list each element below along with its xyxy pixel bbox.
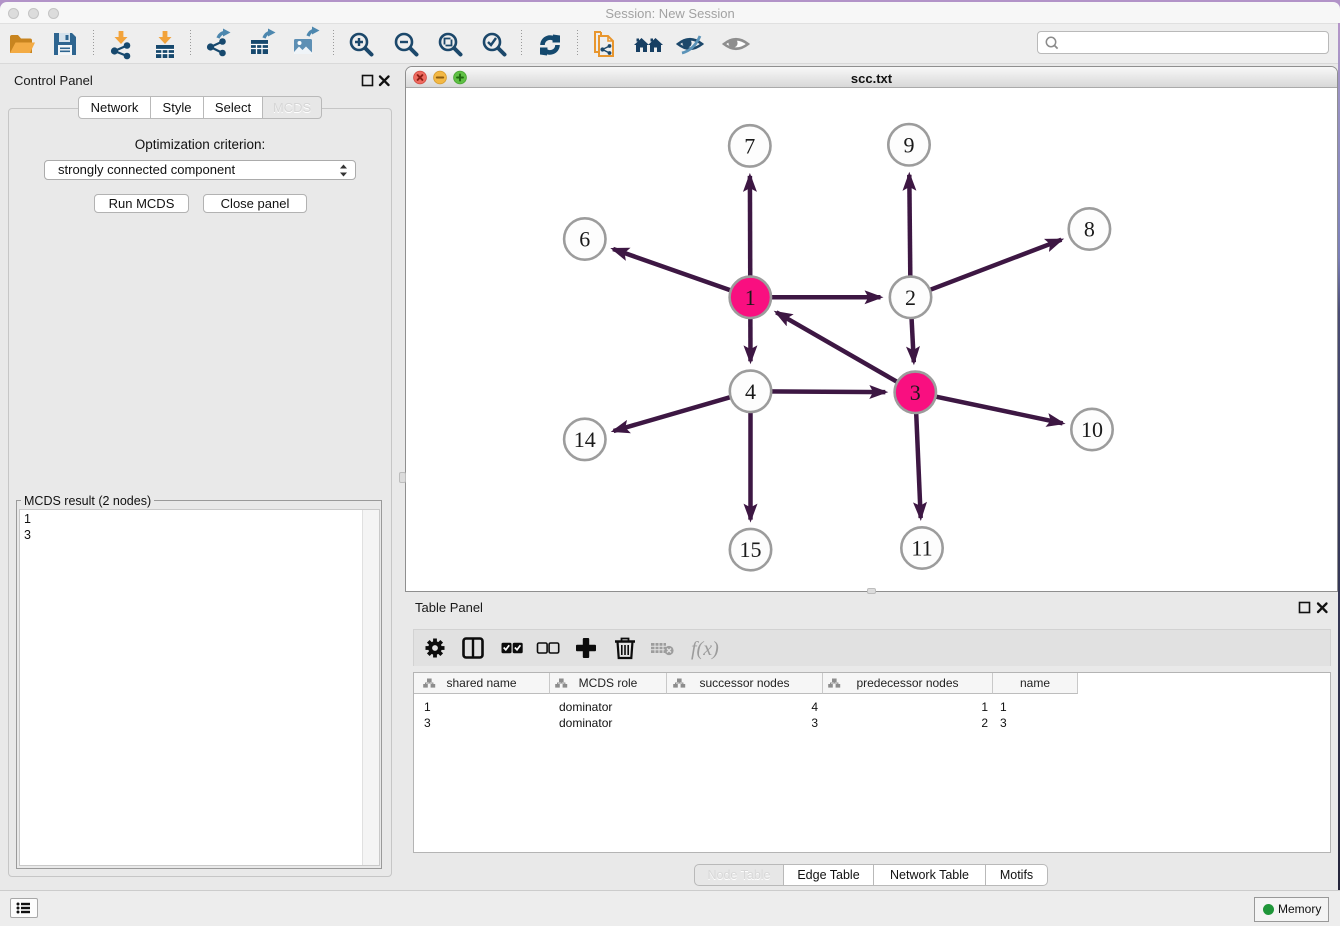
svg-text:15: 15 <box>740 537 762 562</box>
svg-text:2: 2 <box>905 285 916 310</box>
svg-text:14: 14 <box>574 427 596 452</box>
svg-text:11: 11 <box>911 536 932 561</box>
svg-text:1: 1 <box>745 285 756 310</box>
svg-text:9: 9 <box>904 132 915 157</box>
svg-text:10: 10 <box>1081 417 1103 442</box>
svg-text:6: 6 <box>579 227 590 252</box>
svg-text:4: 4 <box>745 379 756 404</box>
svg-text:f(x): f(x) <box>691 638 719 660</box>
svg-text:8: 8 <box>1084 217 1095 242</box>
svg-text:7: 7 <box>744 133 755 158</box>
svg-text:3: 3 <box>910 380 921 405</box>
